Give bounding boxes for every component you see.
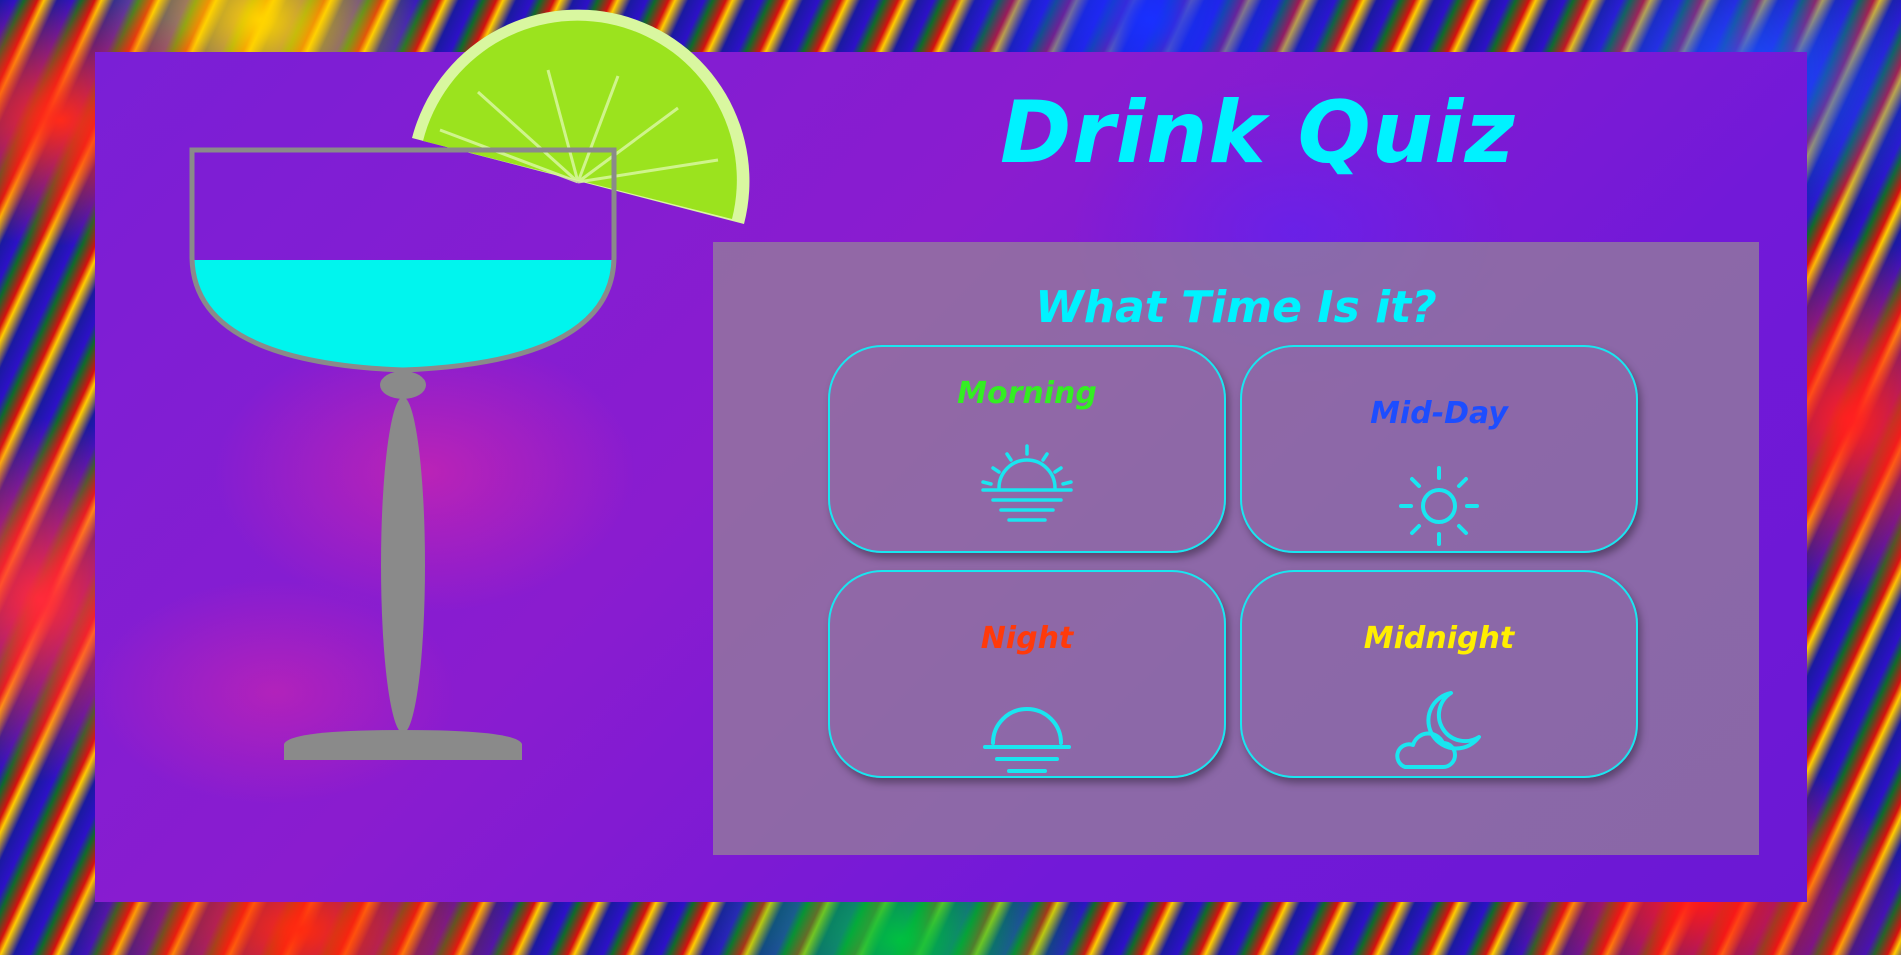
sun-icon bbox=[1399, 466, 1479, 546]
option-midnight[interactable]: Midnight bbox=[1240, 570, 1638, 778]
question-text: What Time Is it? bbox=[1035, 282, 1437, 333]
lime-wedge-icon bbox=[412, 9, 750, 224]
option-mid-day[interactable]: Mid-Day bbox=[1240, 345, 1638, 553]
sunrise-icon bbox=[981, 444, 1073, 522]
sunset-icon bbox=[983, 707, 1071, 773]
option-morning[interactable]: Morning bbox=[828, 345, 1226, 553]
option-night[interactable]: Night bbox=[828, 570, 1226, 778]
quiz-card: What Time Is it? Morning Mid-Day Night M… bbox=[713, 242, 1759, 855]
option-label: Midnight bbox=[1363, 621, 1515, 656]
option-label: Night bbox=[980, 621, 1074, 656]
option-label: Morning bbox=[957, 376, 1097, 411]
option-label: Mid-Day bbox=[1370, 396, 1508, 431]
moon-cloud-icon bbox=[1395, 691, 1481, 769]
page-title: Drink Quiz bbox=[1000, 83, 1516, 183]
